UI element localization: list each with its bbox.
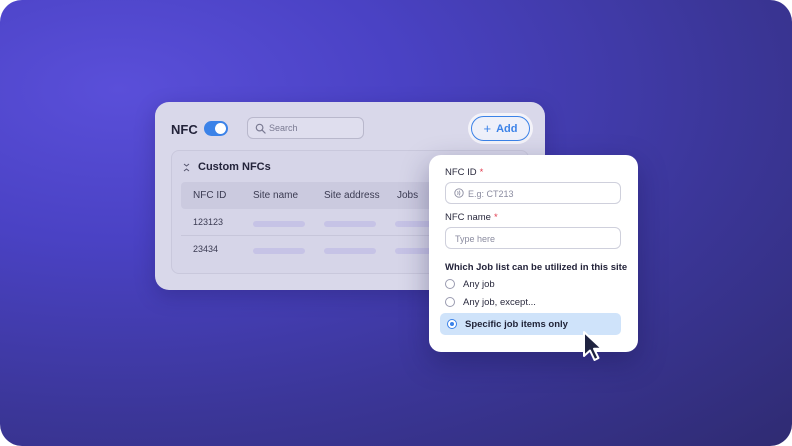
option-label: Specific job items only (465, 318, 568, 330)
page-title: NFC (171, 122, 198, 137)
required-marker: * (493, 212, 498, 223)
cursor-icon (583, 331, 603, 361)
skeleton-placeholder (253, 221, 305, 227)
radio-button-selected[interactable] (447, 319, 457, 329)
nfc-name-label-text: NFC name (445, 212, 491, 223)
skeleton-placeholder (253, 248, 305, 254)
section-title: Custom NFCs (198, 161, 271, 173)
option-any-job-except[interactable]: Any job, except... (445, 295, 536, 309)
toggle-knob (215, 123, 226, 134)
search-input[interactable]: Search (247, 117, 364, 139)
option-label: Any job (463, 278, 495, 290)
radio-button[interactable] (445, 279, 455, 289)
option-any-job[interactable]: Any job (445, 277, 495, 291)
nfc-name-placeholder: Type here (455, 234, 496, 244)
column-header: Site address (324, 190, 380, 201)
option-label: Any job, except... (463, 296, 536, 308)
nfc-id-field[interactable]: E.g: CT213 (445, 182, 621, 204)
search-icon (255, 123, 266, 134)
skeleton-placeholder (324, 221, 376, 227)
skeleton-placeholder (324, 248, 376, 254)
nfc-id-placeholder: E.g: CT213 (468, 189, 514, 199)
add-button[interactable]: + Add (471, 116, 530, 141)
plus-icon: + (483, 121, 492, 136)
column-header: Site name (253, 190, 299, 201)
nfc-id-label: NFC ID * (445, 167, 483, 178)
background-stage: NFC Search + Add Custom NFCs NFC ID Site… (0, 0, 792, 446)
column-header: Jobs (397, 190, 419, 201)
nfc-id-label-text: NFC ID (445, 167, 477, 178)
search-placeholder: Search (269, 123, 298, 133)
nfc-id-cell: 123123 (193, 217, 224, 227)
collapse-icon[interactable] (183, 163, 190, 172)
radio-button[interactable] (445, 297, 455, 307)
nfc-icon (454, 188, 464, 198)
nfc-id-cell: 23434 (193, 244, 219, 254)
required-marker: * (479, 167, 484, 178)
nfc-name-label: NFC name * (445, 212, 498, 223)
add-button-label: Add (496, 122, 518, 135)
nfc-toggle[interactable] (204, 121, 228, 136)
add-nfc-popup: NFC ID * E.g: CT213 NFC name * Type here W… (429, 155, 638, 352)
job-list-question: Which Job list can be utilized in this s… (445, 262, 628, 273)
nfc-name-field[interactable]: Type here (445, 227, 621, 249)
column-header: NFC ID (193, 190, 227, 201)
